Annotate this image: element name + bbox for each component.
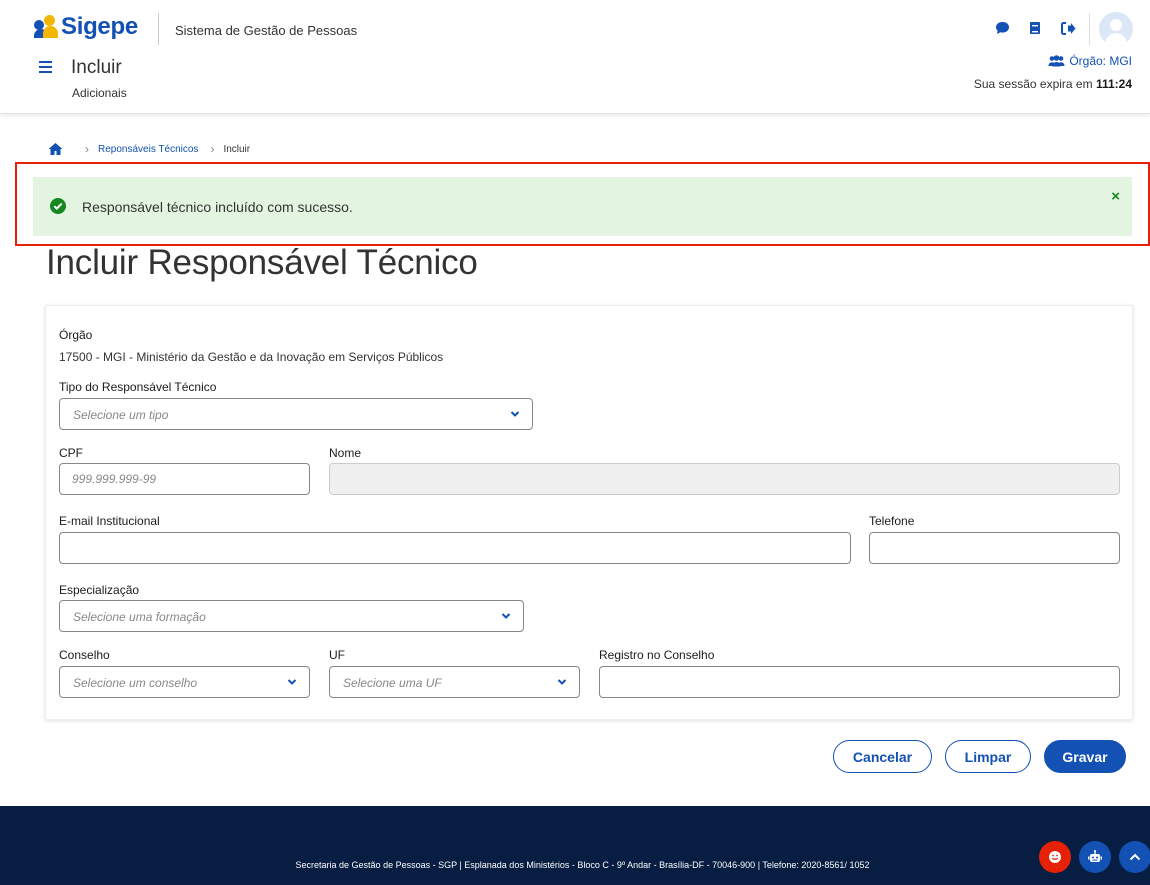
feedback-button[interactable]: [1039, 841, 1071, 873]
robot-icon: [1088, 850, 1102, 862]
uf-select-placeholder: Selecione uma UF: [343, 676, 442, 690]
tipo-field-label: Tipo do Responsável Técnico: [59, 380, 217, 394]
chevron-down-icon: [287, 679, 297, 685]
session-text: Sua sessão expira em: [973, 77, 1093, 91]
especializacao-select[interactable]: Selecione uma formação: [59, 600, 524, 632]
footer-text: Secretaria de Gestão de Pessoas - SGP | …: [295, 860, 870, 870]
registro-input[interactable]: [599, 666, 1120, 698]
header-divider: [158, 13, 159, 45]
system-name: Sistema de Gestão de Pessoas: [175, 23, 358, 38]
logo-text: Sigepe: [61, 13, 138, 40]
session-timer: Sua sessão expira em 111:24: [974, 77, 1132, 91]
check-circle-icon: [50, 198, 66, 214]
chevron-down-icon: [510, 411, 520, 417]
smile-icon: [1049, 851, 1061, 863]
save-button[interactable]: Gravar: [1044, 740, 1126, 773]
orgao-field-value: 17500 - MGI - Ministério da Gestão e da …: [59, 350, 444, 364]
breadcrumb-current: Incluir: [223, 143, 251, 155]
especializacao-field-label: Especialização: [59, 583, 140, 597]
back-to-top-button[interactable]: [1119, 841, 1150, 873]
telefone-input[interactable]: [869, 532, 1120, 564]
especializacao-select-placeholder: Selecione uma formação: [73, 610, 206, 624]
header-divider-right: [1089, 13, 1090, 45]
tipo-select[interactable]: Selecione um tipo: [59, 398, 533, 430]
orgao-field-label: Órgão: [59, 328, 93, 342]
orgao-label: Órgão: MGI: [1069, 54, 1132, 68]
chevron-right-icon: ›: [85, 142, 89, 156]
session-time: 111:24: [1095, 77, 1132, 91]
conselho-field-label: Conselho: [59, 648, 110, 662]
orgao-link[interactable]: Órgão: MGI: [1048, 54, 1132, 68]
form-title: Incluir Responsável Técnico: [46, 243, 478, 282]
alert-message: Responsável técnico incluído com sucesso…: [82, 199, 353, 215]
uf-select[interactable]: Selecione uma UF: [329, 666, 580, 698]
chat-icon[interactable]: [994, 20, 1010, 36]
clear-button[interactable]: Limpar: [945, 740, 1031, 773]
breadcrumb: › Reponsáveis Técnicos › Incluir: [48, 142, 250, 156]
breadcrumb-link-responsaveis[interactable]: Reponsáveis Técnicos: [98, 144, 198, 155]
form-card: Órgão 17500 - MGI - Ministério da Gestão…: [45, 305, 1133, 720]
email-input[interactable]: [59, 532, 851, 564]
users-icon: [1048, 55, 1065, 67]
success-alert: Responsável técnico incluído com sucesso…: [33, 177, 1132, 236]
home-icon[interactable]: [48, 142, 63, 156]
hamburger-menu-icon[interactable]: [39, 61, 52, 73]
uf-field-label: UF: [329, 648, 345, 662]
logout-icon[interactable]: [1060, 20, 1076, 36]
cancel-button[interactable]: Cancelar: [833, 740, 932, 773]
email-field-label: E-mail Institucional: [59, 514, 160, 528]
user-avatar[interactable]: [1099, 12, 1133, 46]
chevron-right-icon: ›: [210, 142, 215, 156]
conselho-select[interactable]: Selecione um conselho: [59, 666, 310, 698]
book-icon[interactable]: [1027, 20, 1043, 36]
cpf-input[interactable]: [59, 463, 310, 495]
chatbot-button[interactable]: [1079, 841, 1111, 873]
tipo-select-placeholder: Selecione um tipo: [73, 408, 169, 422]
cpf-field-label: CPF: [59, 446, 83, 460]
telefone-field-label: Telefone: [869, 514, 915, 528]
people-logo-icon: [34, 15, 58, 39]
conselho-select-placeholder: Selecione um conselho: [73, 676, 198, 690]
nome-field-label: Nome: [329, 446, 362, 460]
page-subtitle: Adicionais: [72, 86, 127, 100]
registro-field-label: Registro no Conselho: [599, 648, 715, 662]
nome-input: [329, 463, 1120, 495]
sigepe-logo[interactable]: Sigepe: [34, 13, 138, 41]
page-title: Incluir: [71, 57, 122, 78]
chevron-up-icon: [1129, 853, 1141, 861]
footer: Secretaria de Gestão de Pessoas - SGP | …: [0, 806, 1150, 885]
alert-close-button[interactable]: ×: [1111, 189, 1120, 204]
chevron-down-icon: [501, 613, 511, 619]
top-header: Sigepe Sistema de Gestão de Pessoas Incl…: [0, 0, 1150, 114]
chevron-down-icon: [557, 679, 567, 685]
